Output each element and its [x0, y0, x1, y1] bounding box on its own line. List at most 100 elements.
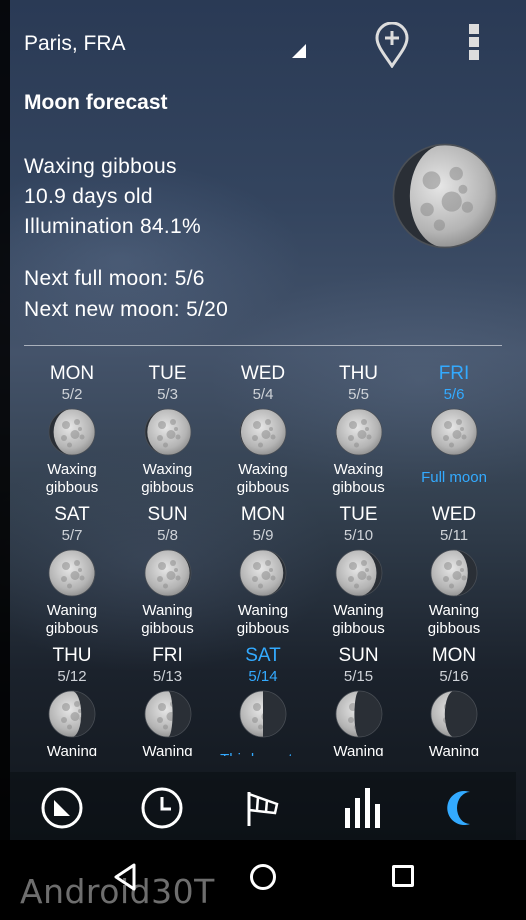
- moon-illumination-text: Illumination 84.1%: [24, 215, 201, 238]
- phase-label: Waning gibbous: [45, 602, 99, 637]
- day-cell[interactable]: THU 5/12 Waning: [24, 644, 120, 756]
- phase-label: Waning gibbous: [427, 602, 481, 637]
- day-name: MON: [240, 504, 286, 525]
- day-date: 5/5: [348, 386, 369, 403]
- day-name: FRI: [152, 645, 183, 666]
- current-moon-icon: [392, 143, 498, 249]
- moon-phase-icon: [430, 690, 478, 738]
- day-cell[interactable]: MON 5/16 Waning: [406, 644, 502, 756]
- moon-phase-icon: [144, 690, 191, 738]
- moon-phase-text: Waxing gibbous: [24, 155, 177, 178]
- day-cell[interactable]: FRI 5/13 Waning: [120, 644, 216, 756]
- phase-label: Waxing gibbous: [332, 461, 385, 496]
- moon-phase-icon: [430, 408, 478, 456]
- back-triangle-icon[interactable]: [112, 862, 138, 897]
- day-name: WED: [431, 504, 477, 525]
- moon-phase-icon: [335, 549, 382, 597]
- day-date: 5/2: [61, 386, 83, 403]
- phase-label: Waxing gibbous: [45, 461, 99, 496]
- moon-phase-icon: [144, 549, 191, 597]
- overflow-menu-icon[interactable]: [464, 24, 484, 68]
- phase-label: Waning gibbous: [236, 602, 290, 637]
- day-cell[interactable]: MON 5/2 Waxing gibbous: [24, 362, 120, 497]
- day-date: 5/11: [439, 527, 469, 544]
- phase-label: Waning gibbous: [332, 602, 385, 637]
- bar-chart-icon[interactable]: [342, 786, 386, 830]
- day-date: 5/16: [439, 668, 469, 685]
- phase-label: Full moon: [421, 469, 487, 486]
- moon-age-text: 10.9 days old: [24, 185, 153, 208]
- day-date: 5/7: [61, 527, 83, 544]
- day-name: MON: [49, 363, 95, 384]
- day-date: 5/15: [343, 668, 374, 685]
- next-new-moon-text: Next new moon: 5/20: [24, 298, 229, 321]
- phase-label: Waning gibbous: [141, 602, 194, 637]
- add-location-pin-icon[interactable]: [374, 21, 410, 69]
- day-name: THU: [338, 363, 379, 384]
- moon-phase-icon: [239, 408, 287, 456]
- moon-phase-icon: [48, 408, 96, 456]
- phase-label: Third quarter: [215, 751, 311, 756]
- next-phases: Next full moon: 5/6 Next new moon: 5/20: [24, 263, 228, 325]
- moon-crescent-icon[interactable]: [442, 786, 486, 830]
- top-bar: Paris, FRA: [0, 0, 526, 90]
- day-date: 5/13: [152, 668, 183, 685]
- day-cell[interactable]: TUE 5/10 Waning gibbous: [311, 503, 407, 638]
- day-cell[interactable]: WED 5/4 Waxing gibbous: [215, 362, 311, 497]
- day-cell[interactable]: SAT 5/14 Third quarter: [215, 644, 311, 756]
- wind-sock-icon[interactable]: [241, 786, 285, 830]
- day-cell[interactable]: SUN 5/15 Waning: [311, 644, 407, 756]
- day-date: 5/9: [252, 527, 274, 544]
- daily-moon-grid: MON 5/2 Waxing gibbous TUE 5/3 Waxing gi…: [24, 362, 502, 756]
- day-name: WED: [240, 363, 286, 384]
- moon-phase-icon: [430, 549, 478, 597]
- phase-label: Waning: [46, 743, 98, 756]
- day-date: 5/8: [157, 527, 178, 544]
- phase-label: Waning: [428, 743, 480, 756]
- day-cell[interactable]: SUN 5/8 Waning gibbous: [120, 503, 216, 638]
- day-date: 5/10: [343, 527, 374, 544]
- day-name: FRI: [438, 363, 470, 384]
- day-name: SUN: [338, 645, 379, 666]
- moon-phase-icon: [239, 549, 287, 597]
- home-circle-icon[interactable]: [250, 864, 276, 890]
- moon-forecast-screen: Paris, FRA Moon forecast Waxing gibbous …: [0, 0, 526, 840]
- current-conditions-icon[interactable]: [40, 786, 84, 830]
- day-date: 5/12: [57, 668, 87, 685]
- location-selector[interactable]: Paris, FRA: [24, 32, 126, 56]
- day-name: THU: [52, 645, 92, 666]
- day-date: 5/6: [443, 386, 465, 403]
- day-name: MON: [431, 645, 477, 666]
- divider: [24, 345, 502, 346]
- phase-label: Waning: [142, 743, 193, 756]
- moon-phase-icon: [335, 408, 382, 456]
- phase-label: Waxing gibbous: [236, 461, 290, 496]
- section-title: Moon forecast: [24, 91, 168, 114]
- moon-phase-icon: [48, 549, 96, 597]
- day-name: SUN: [147, 504, 188, 525]
- day-date: 5/3: [157, 386, 178, 403]
- moon-phase-icon: [335, 690, 382, 738]
- location-dropdown-icon[interactable]: [292, 44, 306, 58]
- moon-phase-icon: [239, 690, 287, 738]
- day-cell[interactable]: FRI 5/6 Full moon: [406, 362, 502, 487]
- moon-phase-icon: [144, 408, 191, 456]
- day-cell[interactable]: TUE 5/3 Waxing gibbous: [120, 362, 216, 497]
- day-cell[interactable]: WED 5/11 Waning gibbous: [406, 503, 502, 638]
- day-cell[interactable]: THU 5/5 Waxing gibbous: [311, 362, 407, 497]
- day-name: TUE: [339, 504, 378, 525]
- day-cell[interactable]: SAT 5/7 Waning gibbous: [24, 503, 120, 638]
- hourly-clock-icon[interactable]: [140, 786, 184, 830]
- day-date: 5/4: [252, 386, 274, 403]
- phase-label: Waxing gibbous: [141, 461, 194, 496]
- day-cell[interactable]: MON 5/9 Waning gibbous: [215, 503, 311, 638]
- day-name: SAT: [54, 504, 90, 525]
- day-name: TUE: [148, 363, 187, 384]
- phase-label: Waning: [333, 743, 384, 756]
- system-navigation-bar: Android30T: [0, 840, 526, 920]
- left-edge-shadow: [0, 0, 10, 840]
- moon-info: Waxing gibbous 10.9 days old Illuminatio…: [24, 152, 201, 242]
- recents-square-icon[interactable]: [392, 865, 414, 887]
- day-name: SAT: [245, 645, 281, 666]
- bottom-navigation: [10, 772, 516, 840]
